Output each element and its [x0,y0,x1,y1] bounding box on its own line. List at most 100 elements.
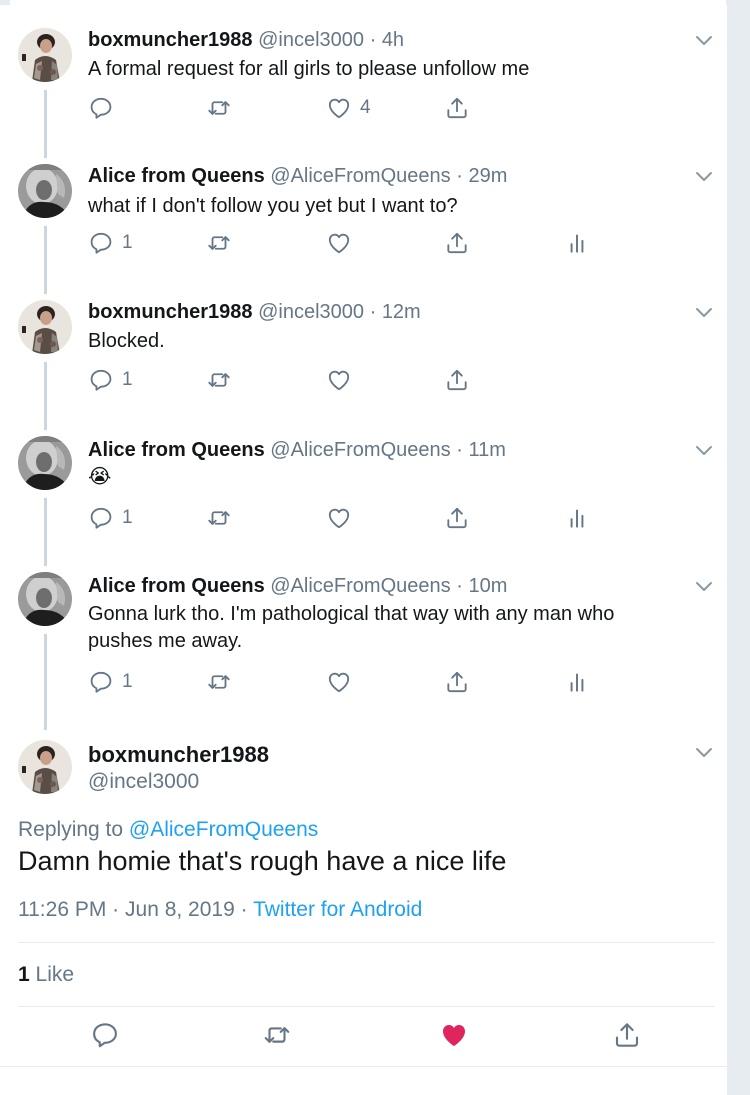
like-icon [326,505,352,531]
tweet-time[interactable]: 10m [468,575,507,597]
reply-button[interactable]: 1 [88,228,133,258]
retweet-button[interactable] [262,1020,292,1050]
reply-button[interactable] [88,93,122,123]
analytics-icon [564,669,590,695]
like-icon [326,230,352,256]
retweet-button[interactable] [206,93,232,123]
focused-tweet-actions [0,1020,727,1056]
retweet-icon [262,1020,292,1050]
share-button[interactable] [444,228,470,258]
avatar[interactable] [18,164,72,218]
author-name[interactable]: Alice from Queens [88,439,265,461]
retweet-button[interactable] [206,667,232,697]
reply-button[interactable]: 1 [88,365,133,395]
tweet-timestamp[interactable]: 11:26 PM [18,898,106,921]
avatar[interactable] [18,28,72,82]
tweet-text: 😭 [88,466,112,488]
share-button[interactable] [612,1020,642,1050]
reply-count: 1 [122,369,133,390]
reply-button[interactable]: 1 [88,503,133,533]
likes-summary[interactable]: 1 Like [18,963,74,987]
share-button[interactable] [444,667,470,697]
like-icon [326,95,352,121]
retweet-button[interactable] [206,228,232,258]
author-name[interactable]: Alice from Queens [88,165,265,187]
retweet-button[interactable] [206,365,232,395]
author-handle[interactable]: @incel3000 [88,770,199,794]
chevron-down-icon[interactable] [694,746,714,760]
tweet-actions: 1 [88,503,648,533]
tweet-header: Alice from Queens @AliceFromQueens · 29m [88,164,507,188]
replying-to-link[interactable]: @AliceFromQueens [129,818,318,841]
thread-line [44,498,47,566]
thread-line [44,90,47,158]
like-icon [326,669,352,695]
background-gap-right [727,0,750,1094]
tweet-meta: 11:26 PM · Jun 8, 2019 · Twitter for And… [18,898,422,922]
reply-count: 1 [122,671,133,692]
separator: · [369,29,377,51]
author-name[interactable]: boxmuncher1988 [88,301,253,323]
share-icon [444,95,470,121]
like-button[interactable]: 4 [326,93,371,123]
likes-label: Like [35,963,75,986]
chevron-down-icon[interactable] [694,580,714,594]
author-handle[interactable]: @AliceFromQueens [270,575,450,597]
divider [18,1006,715,1007]
tweet-actions: 1 [88,667,648,697]
analytics-button[interactable] [564,667,590,697]
reply-icon [90,1020,120,1050]
share-button[interactable] [444,93,470,123]
share-button[interactable] [444,503,470,533]
avatar[interactable] [18,740,72,794]
author-handle[interactable]: @incel3000 [258,29,364,51]
reply-count: 1 [122,232,133,253]
retweet-icon [206,505,232,531]
share-icon [444,367,470,393]
chevron-down-icon[interactable] [694,34,714,48]
author-handle[interactable]: @AliceFromQueens [270,439,450,461]
avatar[interactable] [18,436,72,490]
tweet-time[interactable]: 12m [382,301,421,323]
reply-icon [88,230,114,256]
tweet-text: A formal request for all girls to please… [88,58,530,80]
avatar[interactable] [18,572,72,626]
retweet-button[interactable] [206,503,232,533]
like-button[interactable] [326,228,352,258]
retweet-icon [206,230,232,256]
reply-button[interactable]: 1 [88,667,133,697]
tweet-header: Alice from Queens @AliceFromQueens · 10m [88,574,507,598]
chevron-down-icon[interactable] [694,444,714,458]
analytics-button[interactable] [564,228,590,258]
author-name[interactable]: boxmuncher1988 [88,742,269,768]
share-icon [612,1020,642,1050]
tweet-time[interactable]: 29m [468,165,507,187]
tweet-time[interactable]: 11m [468,439,505,461]
tweet-source-link[interactable]: Twitter for Android [253,898,422,921]
separator: · [112,898,120,921]
tweet-date[interactable]: Jun 8, 2019 [125,898,235,921]
analytics-button[interactable] [564,503,590,533]
like-button[interactable] [326,503,352,533]
avatar[interactable] [18,300,72,354]
like-button[interactable] [326,365,352,395]
like-icon [326,367,352,393]
author-name[interactable]: boxmuncher1988 [88,29,253,51]
divider [18,942,715,943]
share-button[interactable] [444,365,470,395]
chevron-down-icon[interactable] [694,306,714,320]
separator: · [240,898,248,921]
tweet-header: Alice from Queens @AliceFromQueens · 11m [88,438,506,462]
tweet-time[interactable]: 4h [382,29,404,51]
reply-icon [88,367,114,393]
reply-button[interactable] [90,1020,120,1050]
chevron-down-icon[interactable] [694,170,714,184]
like-button[interactable] [326,667,352,697]
retweet-icon [206,367,232,393]
author-handle[interactable]: @incel3000 [258,301,364,323]
reply-icon [88,669,114,695]
like-button[interactable] [439,1020,469,1050]
likes-count: 1 [18,963,30,986]
author-handle[interactable]: @AliceFromQueens [270,165,450,187]
author-name[interactable]: Alice from Queens [88,575,265,597]
